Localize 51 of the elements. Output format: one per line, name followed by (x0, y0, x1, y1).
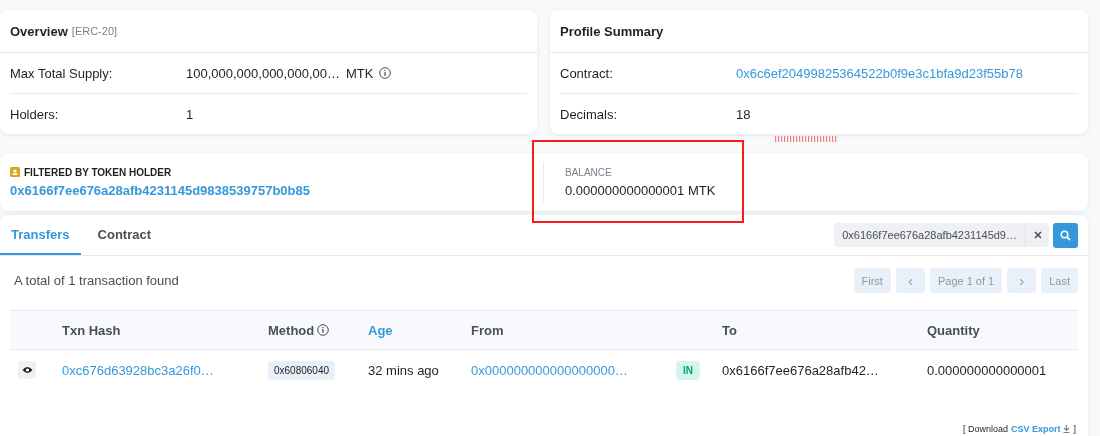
table-cell-text: 32 mins ago (368, 362, 440, 378)
contact-icon (10, 167, 20, 177)
view-button[interactable] (18, 361, 36, 379)
column-header: To (722, 322, 738, 338)
column-header: Quantity (927, 322, 981, 338)
column-header[interactable]: Age (368, 322, 471, 338)
balance-label: BALANCE (565, 166, 613, 178)
tab[interactable]: Transfers (0, 215, 81, 255)
download-text: ] (1073, 424, 1076, 434)
search-button[interactable] (1053, 222, 1078, 248)
field-label: Contract: (560, 65, 614, 81)
holder-address-link[interactable]: 0x6166f7ee676a28afb4231145d9838539757b0b85 (10, 182, 533, 198)
field-label: Max Total Supply: (10, 65, 114, 81)
field-value: 100,000,000,000,000,00… (186, 65, 340, 81)
download-icon (1063, 425, 1071, 433)
search-field[interactable]: 0x6166f7ee676a28afb4231145d9… (834, 223, 1049, 247)
search-icon (1060, 229, 1071, 241)
column-header: Txn Hash (62, 322, 122, 338)
pagination-button[interactable]: Last (1041, 268, 1078, 293)
close-icon (1033, 231, 1042, 239)
table-cell[interactable]: 0xc676d63928bc3a26f0… (62, 362, 268, 378)
method-badge: 0x60806040 (268, 360, 336, 380)
column-header: Method (268, 322, 368, 338)
token-standard-tag: [ERC-20] (71, 25, 118, 37)
csv-export-link[interactable]: CSV Export (1010, 424, 1061, 434)
eye-icon (21, 366, 33, 374)
page-arrow-button[interactable]: › (1007, 268, 1037, 293)
column-header: From (471, 322, 505, 338)
direction-badge: IN (676, 360, 700, 380)
card-title: Overview (10, 23, 68, 39)
field-label: Decimals: (560, 106, 619, 122)
contract-link[interactable]: 0x6c6ef20499825364522b0f9e3c1bfa9d23f55b78 (736, 65, 1078, 81)
tick-marks-drawing (775, 136, 838, 142)
balance-value: 0.000000000000001 MTK (565, 182, 717, 198)
field-value: 18 (736, 106, 752, 122)
card-title: Profile Summary (560, 23, 664, 39)
info-icon (317, 324, 330, 336)
table-cell[interactable]: 0x000000000000000000… (471, 362, 676, 378)
result-count: A total of 1 transaction found (14, 273, 179, 288)
field-label: Holders: (10, 106, 60, 122)
table-cell-text: 0.000000000000001 (927, 362, 1048, 378)
field-value: 1 (186, 106, 194, 122)
pagination-button[interactable]: Page 1 of 1 (929, 268, 1003, 293)
tab[interactable]: Contract (86, 215, 162, 255)
info-icon (379, 67, 392, 79)
filter-label: FILTERED BY TOKEN HOLDER (24, 166, 172, 178)
download-text: [ Download (962, 424, 1008, 434)
table-cell-text: 0x6166f7ee676a28afb42… (722, 362, 880, 378)
pagination-button[interactable]: First (853, 268, 891, 293)
page-arrow-button[interactable]: ‹ (895, 268, 925, 293)
unit-label: MTK (345, 65, 374, 81)
